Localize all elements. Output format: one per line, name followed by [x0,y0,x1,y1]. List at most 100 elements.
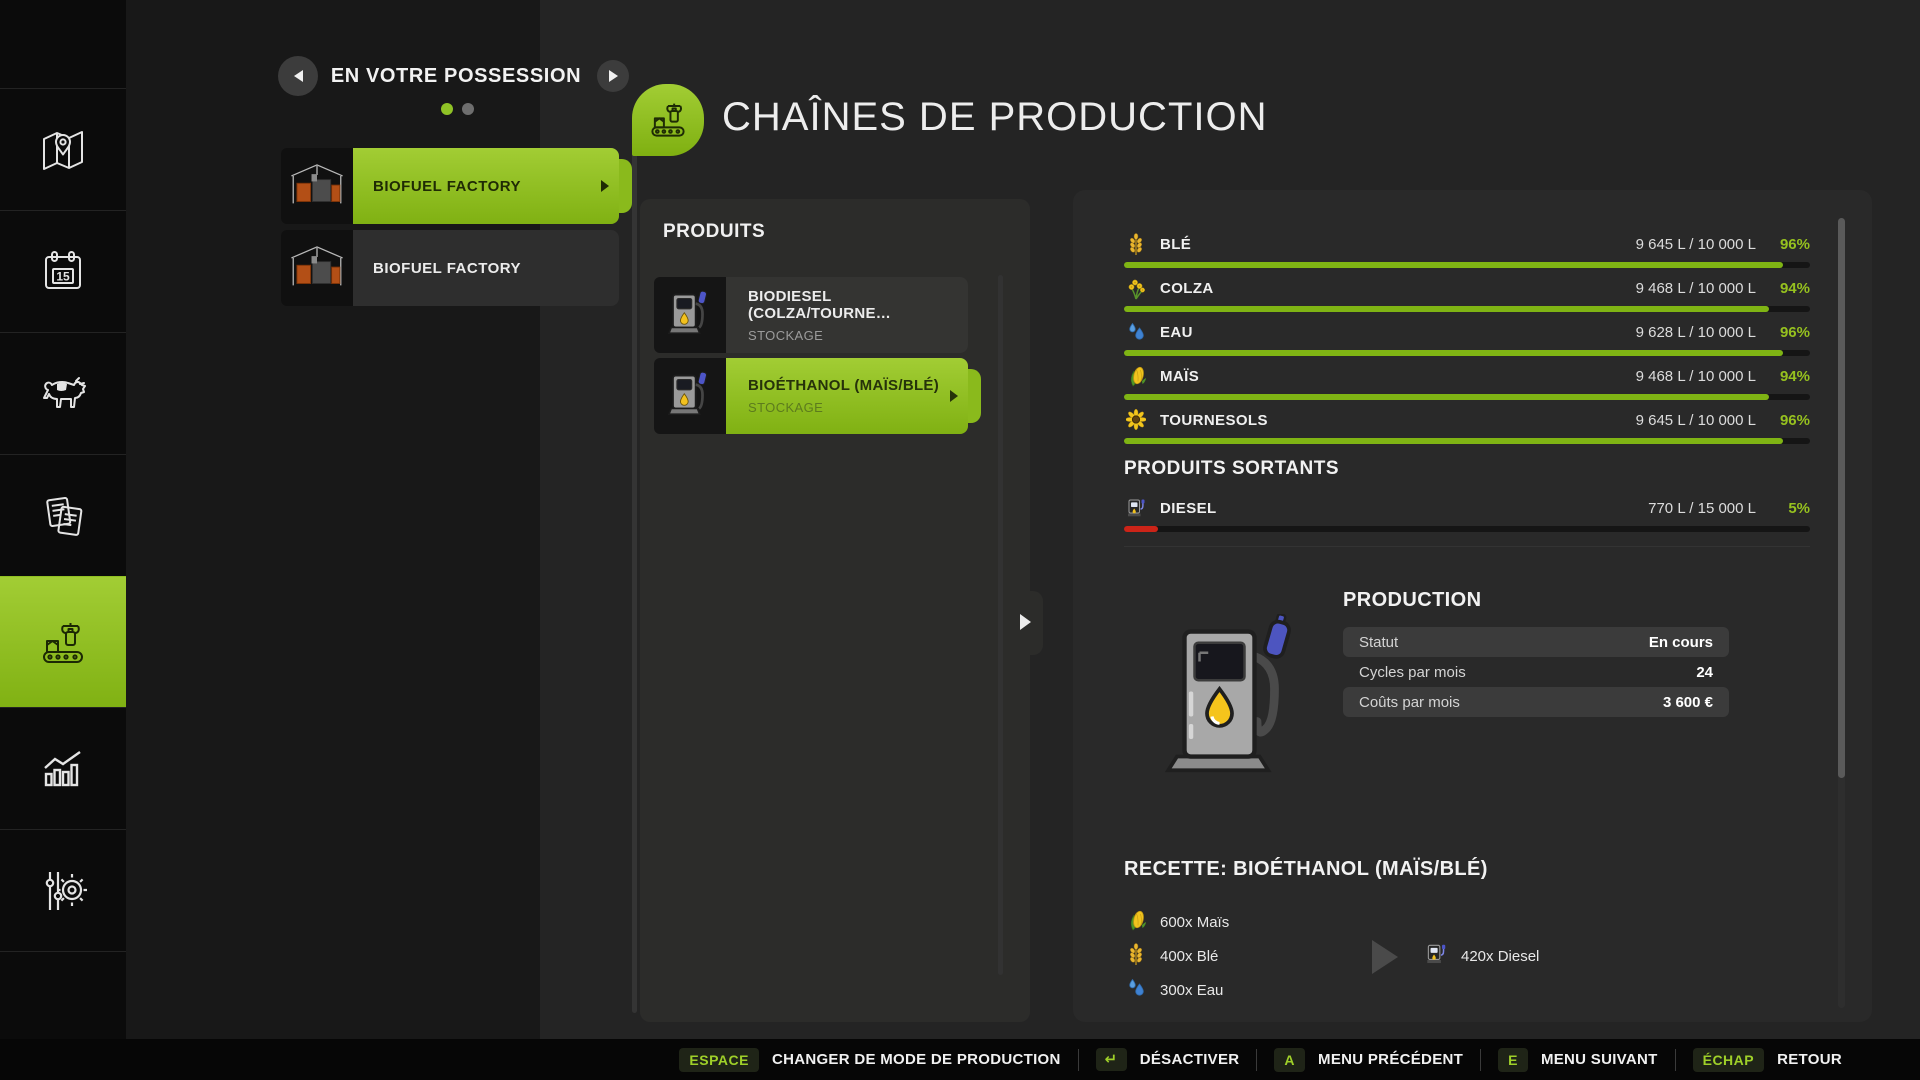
sidebar-item-calendar[interactable]: 15 [0,210,126,333]
fill-percent: 94% [1756,368,1810,385]
hint-label: DÉSACTIVER [1140,1051,1240,1068]
row-value: 3 600 € [1663,694,1713,711]
table-row: Cycles par mois 24 [1343,657,1729,687]
prev-page-button[interactable] [278,56,318,96]
fill-level-row: BLÉ 9 645 L / 10 000 L 96% [1124,230,1810,270]
fill-value: 9 645 L / 10 000 L [1636,236,1756,253]
sidebar-divider [0,951,126,952]
pagination-dot[interactable] [462,103,474,115]
product-subtitle: STOCKAGE [748,400,968,415]
arrow-left-icon [294,70,303,82]
factory-thumbnail [281,230,353,306]
sidebar-item-animals[interactable] [0,332,126,455]
fill-level-row: MAÏS 9 468 L / 10 000 L 94% [1124,362,1810,402]
key-espace: ESPACE [679,1048,759,1072]
row-label: Statut [1359,634,1398,651]
products-panel: PRODUITS BIODIESEL (COLZA/TOURNE… STOCKA… [640,199,1030,1022]
diesel-pump-icon [1425,942,1447,970]
documents-icon [35,488,91,544]
cow-icon [35,366,91,422]
row-label: Cycles par mois [1359,664,1466,681]
enter-icon: ↵ [1096,1048,1127,1071]
factory-list-item[interactable]: BIOFUEL FACTORY [281,148,619,224]
input-hints-bar: ESPACE CHANGER DE MODE DE PRODUCTION ↵ D… [0,1039,1920,1080]
panel-focus-arrow-icon [1020,614,1031,630]
fill-label: BLÉ [1160,236,1191,253]
fuel-pump-icon [654,277,726,353]
sidebar-item-statistics[interactable] [0,707,126,830]
recipe-input: 600x Maïs [1126,910,1229,934]
fill-bar [1124,526,1810,532]
key-echap: ÉCHAP [1693,1048,1765,1072]
recipe-output: 420x Diesel [1425,944,1539,968]
diesel-pump-icon [1124,497,1148,519]
possession-scrollbar[interactable] [632,147,637,1013]
products-panel-title: PRODUITS [663,221,765,243]
calendar-icon: 15 [35,244,91,300]
row-label: Coûts par mois [1359,694,1460,711]
production-status-table: Statut En cours Cycles par mois 24 Coûts… [1343,627,1729,717]
fill-value: 9 628 L / 10 000 L [1636,324,1756,341]
recipe-input: 400x Blé [1126,944,1218,968]
fill-label: MAÏS [1160,368,1199,385]
selected-arrow-icon [601,180,609,192]
sidebar-item-settings[interactable] [0,829,126,952]
fill-value: 770 L / 15 000 L [1648,500,1756,517]
hint-change-production-mode[interactable]: ESPACE CHANGER DE MODE DE PRODUCTION [679,1048,1060,1072]
hint-next-menu[interactable]: E MENU SUIVANT [1498,1048,1658,1072]
hint-deactivate[interactable]: ↵ DÉSACTIVER [1096,1048,1240,1071]
factory-thumbnail [281,148,353,224]
fill-percent: 94% [1756,280,1810,297]
selected-arrow-icon [950,390,958,402]
sidebar-item-map[interactable] [0,88,126,211]
hint-label: MENU SUIVANT [1541,1051,1658,1068]
canola-icon [1124,276,1148,300]
main-menu-sidebar: 15 [0,0,126,1039]
hint-back[interactable]: ÉCHAP RETOUR [1693,1048,1842,1072]
production-icon [35,615,91,671]
owned-factories-panel: EN VOTRE POSSESSION BIOFUEL [126,0,540,1039]
fill-percent: 96% [1756,412,1810,429]
arrow-right-icon [609,70,618,82]
corn-icon [1124,364,1148,388]
fill-bar [1124,394,1810,400]
product-subtitle: STOCKAGE [748,328,968,343]
production-details-panel: BLÉ 9 645 L / 10 000 L 96% COLZA 9 468 L… [1073,190,1872,1022]
fill-value: 9 468 L / 10 000 L [1636,280,1756,297]
fill-label: DIESEL [1160,500,1217,517]
key-e: E [1498,1048,1528,1072]
wheat-icon [1124,232,1148,256]
row-value: En cours [1649,634,1713,651]
outputs-section-title: PRODUITS SORTANTS [1124,458,1339,480]
table-row: Statut En cours [1343,627,1729,657]
fill-level-row: COLZA 9 468 L / 10 000 L 94% [1124,274,1810,314]
fill-percent: 96% [1756,236,1810,253]
fuel-pump-icon [654,358,726,434]
factory-name: BIOFUEL FACTORY [373,260,521,277]
hint-separator [1078,1049,1079,1071]
fill-bar [1124,438,1810,444]
svg-text:15: 15 [56,270,70,284]
recipe-title: RECETTE: BIOÉTHANOL (MAÏS/BLÉ) [1124,858,1488,881]
pagination-dot-active[interactable] [441,103,453,115]
products-scrollbar[interactable] [998,275,1003,975]
table-row: Coûts par mois 3 600 € [1343,687,1729,717]
fill-label: COLZA [1160,280,1214,297]
recipe-input: 300x Eau [1126,978,1223,1002]
recipe-input-label: 300x Eau [1160,982,1223,999]
fill-percent: 5% [1756,500,1810,517]
hint-separator [1675,1049,1676,1071]
fill-value: 9 645 L / 10 000 L [1636,412,1756,429]
hint-previous-menu[interactable]: A MENU PRÉCÉDENT [1274,1048,1463,1072]
sunflower-icon [1124,408,1148,432]
hint-label: CHANGER DE MODE DE PRODUCTION [772,1051,1061,1068]
recipe-input-label: 400x Blé [1160,948,1218,965]
next-page-button[interactable] [597,60,629,92]
sidebar-item-production[interactable] [0,576,126,708]
sidebar-item-finances[interactable] [0,454,126,577]
details-scrollbar-thumb[interactable] [1838,218,1845,778]
page-title: CHAÎNES DE PRODUCTION [722,95,1268,140]
factory-list-item[interactable]: BIOFUEL FACTORY [281,230,619,306]
product-item-bioethanol[interactable]: BIOÉTHANOL (MAÏS/BLÉ) STOCKAGE [654,358,968,434]
product-item-biodiesel[interactable]: BIODIESEL (COLZA/TOURNE… STOCKAGE [654,277,968,353]
